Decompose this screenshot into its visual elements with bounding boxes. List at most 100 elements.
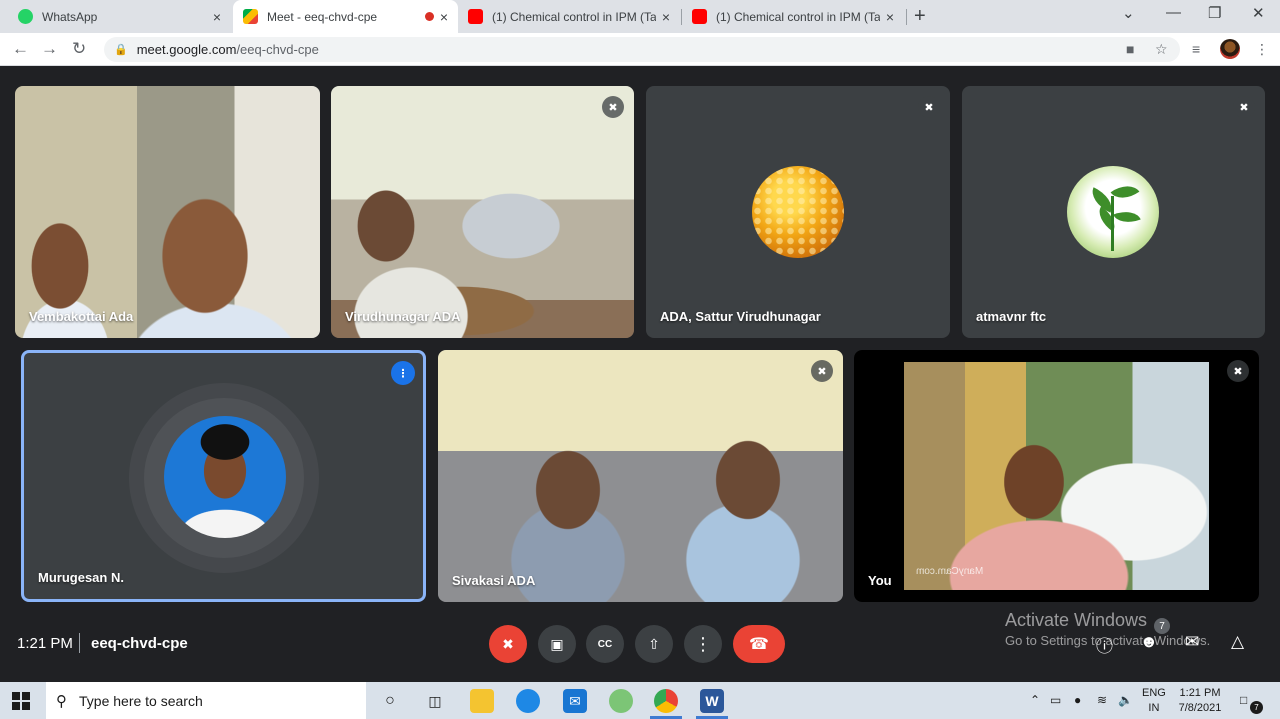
whatsapp-icon bbox=[18, 9, 33, 24]
reload-icon[interactable]: ↻ bbox=[72, 39, 86, 59]
manycam-watermark: ManyCam.com bbox=[916, 566, 984, 577]
mail-icon[interactable]: ✉ bbox=[563, 689, 587, 713]
close-tab-icon[interactable]: × bbox=[662, 9, 670, 25]
captions-button[interactable]: CC bbox=[586, 625, 624, 663]
youtube-icon bbox=[468, 9, 483, 24]
profile-avatar[interactable] bbox=[1220, 39, 1240, 59]
language-indicator[interactable]: ENG IN bbox=[1142, 686, 1166, 716]
reading-list-icon[interactable]: ≡ bbox=[1192, 41, 1200, 57]
chat-icon[interactable]: ✉ bbox=[1185, 632, 1199, 652]
tab-title: (1) Chemical control in IPM (Tam bbox=[716, 9, 880, 24]
restore-icon[interactable]: ❐ bbox=[1208, 4, 1221, 22]
avatar bbox=[164, 416, 286, 538]
close-tab-icon[interactable]: × bbox=[886, 9, 894, 25]
mic-off-icon: ✖ bbox=[1233, 96, 1255, 118]
participant-name: Sivakasi ADA bbox=[452, 573, 536, 588]
tab-search-icon[interactable]: ⌄ bbox=[1122, 4, 1135, 22]
plant-avatar-icon bbox=[1067, 166, 1159, 258]
microphone-icon[interactable]: ● bbox=[1074, 693, 1081, 707]
url-path: /eeq-chvd-cpe bbox=[236, 42, 319, 57]
system-clock[interactable]: 1:21 PM 7/8/2021 bbox=[1176, 686, 1224, 716]
show-hidden-icons[interactable]: ⌃ bbox=[1030, 693, 1040, 707]
close-tab-icon[interactable]: × bbox=[213, 9, 221, 25]
meeting-time: 1:21 PM bbox=[17, 635, 73, 652]
participant-name: atmavnr ftc bbox=[976, 309, 1047, 324]
participant-tile[interactable]: ✖ atmavnr ftc bbox=[962, 86, 1265, 338]
video-feed bbox=[438, 350, 843, 602]
mic-off-icon: ✖ bbox=[602, 96, 624, 118]
activate-windows-title: Activate Windows bbox=[1005, 610, 1148, 630]
url-input[interactable]: 🔒 meet.google.com/eeq-chvd-cpe bbox=[104, 37, 1180, 62]
self-view-tile[interactable]: ManyCam.com ✖ You bbox=[854, 350, 1259, 602]
people-icon[interactable]: ☻ bbox=[1140, 632, 1158, 652]
participant-name: ADA, Sattur Virudhunagar bbox=[660, 309, 821, 324]
browser-tab-bar: WhatsApp × Meet - eeq-chvd-cpe × (1) Che… bbox=[0, 0, 1280, 33]
app-icon[interactable] bbox=[609, 689, 633, 713]
close-tab-icon[interactable]: × bbox=[440, 9, 448, 25]
bookmark-star-icon[interactable]: ☆ bbox=[1155, 41, 1168, 58]
participant-tile-speaking[interactable]: ⋮ Murugesan N. bbox=[21, 350, 426, 602]
windows-start-icon[interactable] bbox=[12, 692, 30, 710]
taskbar-search-input[interactable]: ⚲ Type here to search bbox=[46, 682, 366, 719]
volume-icon[interactable]: 🔈 bbox=[1118, 693, 1133, 707]
cortana-icon[interactable]: ○ bbox=[378, 689, 402, 713]
self-video-feed bbox=[904, 362, 1209, 590]
participant-name: Vembakottai Ada bbox=[29, 309, 134, 324]
tab-title: Meet - eeq-chvd-cpe bbox=[267, 9, 378, 24]
participant-tile[interactable]: Vembakottai Ada bbox=[15, 86, 320, 338]
participant-name: Virudhunagar ADA bbox=[345, 309, 461, 324]
search-icon: ⚲ bbox=[56, 692, 67, 710]
meet-stage: Vembakottai Ada ✖ Virudhunagar ADA ✖ ADA… bbox=[0, 66, 1280, 682]
battery-icon[interactable]: ▭ bbox=[1050, 693, 1061, 707]
participant-tile[interactable]: ✖ ADA, Sattur Virudhunagar bbox=[646, 86, 950, 338]
task-view-icon[interactable]: ◫ bbox=[423, 689, 447, 713]
url-domain: meet.google.com bbox=[136, 42, 237, 57]
participant-tile[interactable]: ✖ Sivakasi ADA bbox=[438, 350, 843, 602]
youtube-icon bbox=[692, 9, 707, 24]
windows-taskbar: ⚲ Type here to search ○ ◫ ✉ W ⌃ ▭ ● ≋ 🔈 … bbox=[0, 682, 1280, 719]
google-meet-icon bbox=[243, 9, 258, 24]
video-feed bbox=[331, 86, 634, 338]
leave-call-button[interactable]: ☎ bbox=[733, 625, 785, 663]
language-code: ENG bbox=[1142, 687, 1166, 699]
clock-date: 7/8/2021 bbox=[1178, 702, 1222, 714]
wifi-icon[interactable]: ≋ bbox=[1097, 693, 1107, 707]
present-screen-button[interactable]: ⇧ bbox=[635, 625, 673, 663]
tab-meet[interactable]: Meet - eeq-chvd-cpe × bbox=[233, 0, 458, 33]
meeting-details-icon[interactable]: ⓘ bbox=[1096, 632, 1113, 657]
search-placeholder: Type here to search bbox=[79, 692, 203, 709]
clock-time: 1:21 PM bbox=[1179, 687, 1221, 699]
participant-name: You bbox=[868, 573, 892, 588]
tab-title: (1) Chemical control in IPM (Tam bbox=[492, 9, 656, 24]
tab-divider bbox=[906, 9, 907, 25]
mic-off-icon: ✖ bbox=[918, 96, 940, 118]
recording-icon bbox=[424, 12, 434, 21]
new-tab-button[interactable]: + bbox=[914, 5, 926, 28]
camera-icon[interactable]: ■ bbox=[1126, 41, 1134, 57]
forward-icon[interactable]: → bbox=[41, 39, 58, 59]
lock-icon: 🔒 bbox=[114, 44, 128, 56]
word-icon[interactable]: W bbox=[700, 689, 724, 713]
tab-youtube-2[interactable]: (1) Chemical control in IPM (Tam × bbox=[682, 0, 904, 33]
mic-off-icon: ✖ bbox=[811, 360, 833, 382]
divider bbox=[79, 633, 80, 653]
chrome-icon[interactable] bbox=[654, 689, 678, 713]
back-icon[interactable]: ← bbox=[12, 39, 29, 59]
tab-whatsapp[interactable]: WhatsApp × bbox=[8, 0, 231, 33]
edge-icon[interactable] bbox=[516, 689, 540, 713]
mic-toggle-button[interactable]: ✖ bbox=[489, 625, 527, 663]
close-window-icon[interactable]: ✕ bbox=[1252, 4, 1265, 22]
participant-tile[interactable]: ✖ Virudhunagar ADA bbox=[331, 86, 634, 338]
address-bar: ← → ↻ 🔒 meet.google.com/eeq-chvd-cpe ■ ☆… bbox=[0, 33, 1280, 66]
file-explorer-icon[interactable] bbox=[470, 689, 494, 713]
notification-count-badge: 7 bbox=[1250, 701, 1263, 714]
participant-name: Murugesan N. bbox=[38, 570, 124, 585]
notifications-icon[interactable]: □ bbox=[1240, 693, 1247, 707]
tab-youtube-1[interactable]: (1) Chemical control in IPM (Tam × bbox=[458, 0, 680, 33]
camera-toggle-button[interactable]: ▣ bbox=[538, 625, 576, 663]
menu-icon[interactable]: ⋮ bbox=[1255, 41, 1269, 58]
minimize-icon[interactable]: — bbox=[1166, 4, 1181, 21]
more-options-button[interactable]: ⋮ bbox=[684, 625, 722, 663]
speaking-indicator-icon: ⋮ bbox=[391, 361, 415, 385]
activities-icon[interactable]: △ bbox=[1231, 632, 1244, 652]
